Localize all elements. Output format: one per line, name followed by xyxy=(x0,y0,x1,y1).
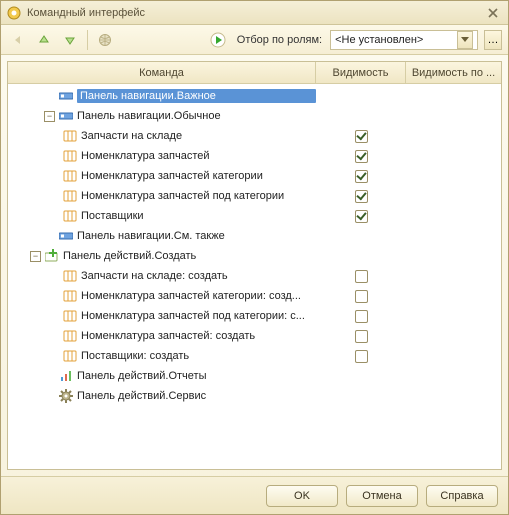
tree-row[interactable]: Номенклатура запчастей категории: созд..… xyxy=(8,286,501,306)
catalog-icon xyxy=(63,309,77,323)
tree-row[interactable]: Панель действий.Сервис xyxy=(8,386,501,406)
visibility-checkbox[interactable] xyxy=(355,270,368,283)
role-filter-select[interactable]: <Не установлен> xyxy=(330,30,478,50)
catalog-icon xyxy=(63,269,77,283)
titlebar: Командный интерфейс xyxy=(1,1,508,25)
filter-label: Отбор по ролям: xyxy=(237,34,322,46)
tree-label: Номенклатура запчастей xyxy=(81,150,316,162)
catalog-icon xyxy=(63,209,77,223)
tree-row[interactable]: Номенклатура запчастей категории xyxy=(8,166,501,186)
panel-blue-icon xyxy=(59,89,73,103)
toolbar: Отбор по ролям: <Не установлен> … xyxy=(1,25,508,55)
catalog-icon xyxy=(63,129,77,143)
catalog-icon xyxy=(63,349,77,363)
visibility-checkbox[interactable] xyxy=(355,310,368,323)
play-button[interactable] xyxy=(207,29,229,51)
window-title: Командный интерфейс xyxy=(27,7,484,19)
command-grid: Команда Видимость Видимость по ... Панел… xyxy=(7,61,502,470)
tree-label: Панель навигации.Важное xyxy=(77,89,316,103)
up-button[interactable] xyxy=(33,29,55,51)
tree-label: Номенклатура запчастей: создать xyxy=(81,330,316,342)
tree-row[interactable]: Панель навигации.Важное xyxy=(8,86,501,106)
gear-icon xyxy=(59,389,73,403)
tree-row[interactable]: Поставщики: создать xyxy=(8,346,501,366)
catalog-icon xyxy=(63,289,77,303)
col-command[interactable]: Команда xyxy=(8,62,316,83)
cancel-button[interactable]: Отмена xyxy=(346,485,418,507)
tree-label: Панель действий.Создать xyxy=(63,250,316,262)
col-visibility[interactable]: Видимость xyxy=(316,62,406,83)
visibility-checkbox[interactable] xyxy=(355,290,368,303)
globe-button[interactable] xyxy=(94,29,116,51)
close-button[interactable] xyxy=(484,4,502,22)
tree-label: Запчасти на складе xyxy=(81,130,316,142)
back-button[interactable] xyxy=(7,29,29,51)
visibility-checkbox[interactable] xyxy=(355,170,368,183)
tree-row[interactable]: Номенклатура запчастей под категории: с.… xyxy=(8,306,501,326)
visibility-checkbox[interactable] xyxy=(355,350,368,363)
report-icon xyxy=(59,369,73,383)
collapse-toggle[interactable]: − xyxy=(44,111,55,122)
tree-label: Номенклатура запчастей под категории: с.… xyxy=(81,310,316,322)
separator xyxy=(87,30,88,50)
tree-row[interactable]: Поставщики xyxy=(8,206,501,226)
tree-row[interactable]: Панель действий.Отчеты xyxy=(8,366,501,386)
role-filter-value: <Не установлен> xyxy=(335,34,455,46)
collapse-toggle[interactable]: − xyxy=(30,251,41,262)
grid-body: Панель навигации.Важное − Панель навигации… xyxy=(8,84,501,469)
visibility-checkbox[interactable] xyxy=(355,190,368,203)
window: Командный интерфейс Отбор по ролям: <Не … xyxy=(0,0,509,515)
down-button[interactable] xyxy=(59,29,81,51)
ok-button[interactable]: OK xyxy=(266,485,338,507)
tree-row[interactable]: − Панель действий.Создать xyxy=(8,246,501,266)
panel-create-icon xyxy=(45,249,59,263)
tree-label: Номенклатура запчастей категории: созд..… xyxy=(81,290,316,302)
tree-label: Панель действий.Сервис xyxy=(77,390,316,402)
tree-label: Запчасти на складе: создать xyxy=(81,270,316,282)
tree-label: Панель действий.Отчеты xyxy=(77,370,316,382)
tree-label: Номенклатура запчастей под категории xyxy=(81,190,316,202)
catalog-icon xyxy=(63,149,77,163)
panel-blue-icon xyxy=(59,109,73,123)
footer: OK Отмена Справка xyxy=(1,476,508,514)
col-visibility-by[interactable]: Видимость по ... xyxy=(406,62,501,83)
tree-label: Поставщики xyxy=(81,210,316,222)
dropdown-button[interactable] xyxy=(457,31,473,49)
tree-row[interactable]: Запчасти на складе: создать xyxy=(8,266,501,286)
visibility-checkbox[interactable] xyxy=(355,330,368,343)
tree-label: Номенклатура запчастей категории xyxy=(81,170,316,182)
grid-header: Команда Видимость Видимость по ... xyxy=(8,62,501,84)
catalog-icon xyxy=(63,169,77,183)
tree-row[interactable]: Запчасти на складе xyxy=(8,126,501,146)
tree-row[interactable]: Номенклатура запчастей под категории xyxy=(8,186,501,206)
tree-label: Панель навигации.Обычное xyxy=(77,110,316,122)
help-button[interactable]: Справка xyxy=(426,485,498,507)
panel-blue-icon xyxy=(59,229,73,243)
tree-label: Панель навигации.См. также xyxy=(77,230,316,242)
more-button[interactable]: … xyxy=(484,30,502,50)
tree-row[interactable]: Номенклатура запчастей: создать xyxy=(8,326,501,346)
tree-label: Поставщики: создать xyxy=(81,350,316,362)
visibility-checkbox[interactable] xyxy=(355,210,368,223)
visibility-checkbox[interactable] xyxy=(355,150,368,163)
catalog-icon xyxy=(63,189,77,203)
tree-row[interactable]: Номенклатура запчастей xyxy=(8,146,501,166)
catalog-icon xyxy=(63,329,77,343)
app-icon xyxy=(7,6,21,20)
tree-row[interactable]: Панель навигации.См. также xyxy=(8,226,501,246)
visibility-checkbox[interactable] xyxy=(355,130,368,143)
tree-row[interactable]: − Панель навигации.Обычное xyxy=(8,106,501,126)
